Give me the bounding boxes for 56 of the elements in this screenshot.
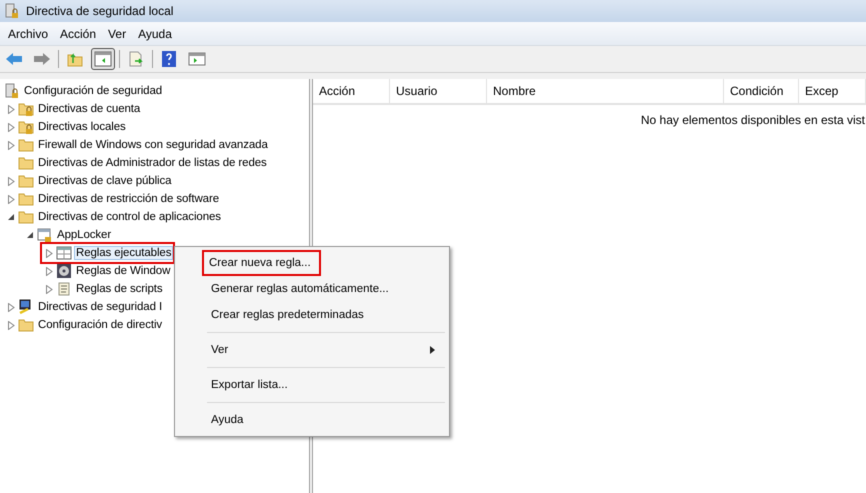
column-header[interactable]: Usuario <box>390 79 487 103</box>
tree-item[interactable]: AppLocker <box>55 228 114 242</box>
tree-item[interactable]: Configuración de seguridad <box>22 84 164 98</box>
menu-item[interactable]: Ayuda <box>132 26 178 40</box>
tree-item[interactable]: Directivas locales <box>36 120 128 134</box>
tree-item[interactable]: Firewall de Windows con seguridad avanzada <box>36 138 270 152</box>
tree-item[interactable]: Reglas de scripts <box>74 282 165 296</box>
scroll-icon <box>56 281 72 297</box>
help-icon <box>160 51 178 67</box>
locked-folder-icon <box>18 101 34 117</box>
collapse-arrow-icon[interactable] <box>8 214 14 220</box>
collapse-arrow-icon[interactable] <box>26 232 34 238</box>
forward-arrow-icon <box>33 51 51 67</box>
menu-item[interactable]: Archivo <box>2 26 54 40</box>
tree-item[interactable]: Directivas de cuenta <box>36 102 142 116</box>
locked-folder-icon <box>18 119 34 135</box>
tree-item[interactable]: Reglas ejecutables <box>74 246 174 260</box>
tree-item[interactable]: Directivas de control de aplicaciones <box>36 210 223 224</box>
window-title: Directiva de seguridad local <box>26 4 174 18</box>
folder-icon <box>18 191 34 207</box>
folder-icon <box>18 209 34 225</box>
window-lock-icon <box>37 227 53 243</box>
column-header[interactable]: Condición <box>724 79 799 103</box>
submenu-arrow-icon <box>430 346 435 354</box>
tree-item[interactable]: Directivas de Administrador de listas de redes <box>36 156 269 170</box>
export-list-icon <box>127 51 145 67</box>
tree-item[interactable]: Reglas de Window <box>74 264 172 278</box>
menu-item[interactable]: Acción <box>54 26 102 40</box>
menu-item[interactable]: Ver <box>102 26 132 40</box>
tree-item[interactable]: Directivas de restricción de software <box>36 192 222 206</box>
folder-icon <box>18 173 34 189</box>
toolbar-button[interactable] <box>91 48 115 70</box>
empty-message: No hay elementos disponibles en esta vist <box>640 113 865 127</box>
column-header[interactable]: Excep <box>799 79 866 103</box>
document-lock-icon <box>4 3 20 19</box>
disc-icon <box>56 263 72 279</box>
window-icon <box>56 245 72 261</box>
folder-icon <box>18 317 34 333</box>
menu-option[interactable]: Generar reglas automáticamente... <box>204 276 447 302</box>
menu-option[interactable]: Ayuda <box>204 407 447 433</box>
panel-icon <box>188 51 206 67</box>
tree-item[interactable]: Directivas de clave pública <box>36 174 174 188</box>
menu-option[interactable]: Crear nueva regla... <box>202 250 321 276</box>
menu-option[interactable]: Ver <box>204 337 447 363</box>
folder-icon <box>18 155 34 171</box>
folder-up-icon <box>66 51 84 67</box>
document-lock-icon <box>4 83 20 99</box>
pane-icon <box>94 51 112 67</box>
tree-item[interactable]: Configuración de directiv <box>36 318 164 332</box>
menu-option[interactable]: Crear reglas predeterminadas <box>204 302 447 328</box>
back-arrow-icon <box>5 51 23 67</box>
column-header[interactable]: Nombre <box>487 79 724 103</box>
folder-icon <box>18 137 34 153</box>
tree-item[interactable]: Directivas de seguridad I <box>36 300 164 314</box>
column-header[interactable]: Acción <box>313 79 390 103</box>
menu-option[interactable]: Exportar lista... <box>204 372 447 398</box>
